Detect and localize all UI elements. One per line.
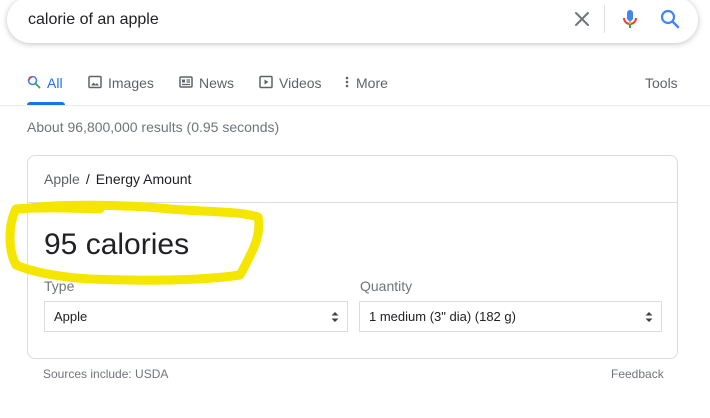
breadcrumb-separator: / [85,171,90,187]
tab-news[interactable]: News [179,73,234,93]
tab-images-label: Images [108,75,154,91]
feedback-link[interactable]: Feedback [611,367,664,381]
card-divider [28,202,677,203]
search-icon[interactable] [658,7,682,31]
quantity-select[interactable]: 1 medium (3" dia) (182 g) [359,301,662,332]
breadcrumb-parent-link[interactable]: Apple [44,171,80,187]
tab-more-label: More [356,75,388,91]
tab-images[interactable]: Images [88,73,154,93]
search-input[interactable] [28,9,548,31]
type-select-value: Apple [54,309,88,324]
calorie-value: 95 calories [44,228,190,261]
search-tabs: All Images News Videos More Tools [0,66,710,106]
tabs-divider [0,105,710,106]
mic-icon[interactable] [618,7,642,31]
image-icon [88,75,108,92]
breadcrumb: Apple / Energy Amount [44,171,191,187]
quantity-label: Quantity [360,278,413,294]
result-stats: About 96,800,000 results (0.95 seconds) [27,119,280,135]
search-icon [27,75,47,92]
tab-news-label: News [199,75,235,91]
search-bar [7,0,698,43]
type-label: Type [44,278,75,294]
tab-videos-label: Videos [279,75,322,91]
updown-arrows-icon [644,310,654,324]
video-icon [259,75,279,92]
search-bar-divider [604,5,605,33]
breadcrumb-current: Energy Amount [95,171,192,187]
tab-videos[interactable]: Videos [259,73,322,93]
updown-arrows-icon [330,310,340,324]
sources-note: Sources include: USDA [43,367,169,381]
tools-label: Tools [645,75,678,91]
tab-more[interactable]: More [344,73,388,93]
more-vert-icon [344,75,356,92]
type-select[interactable]: Apple [44,301,348,332]
tab-all[interactable]: All [27,73,63,93]
close-icon[interactable] [570,7,594,31]
tools-button[interactable]: Tools [645,73,678,93]
news-icon [179,75,199,92]
tab-all-label: All [47,75,63,91]
quantity-select-value: 1 medium (3" dia) (182 g) [369,309,516,324]
calorie-card: Apple / Energy Amount 95 calories Type App… [27,155,678,359]
